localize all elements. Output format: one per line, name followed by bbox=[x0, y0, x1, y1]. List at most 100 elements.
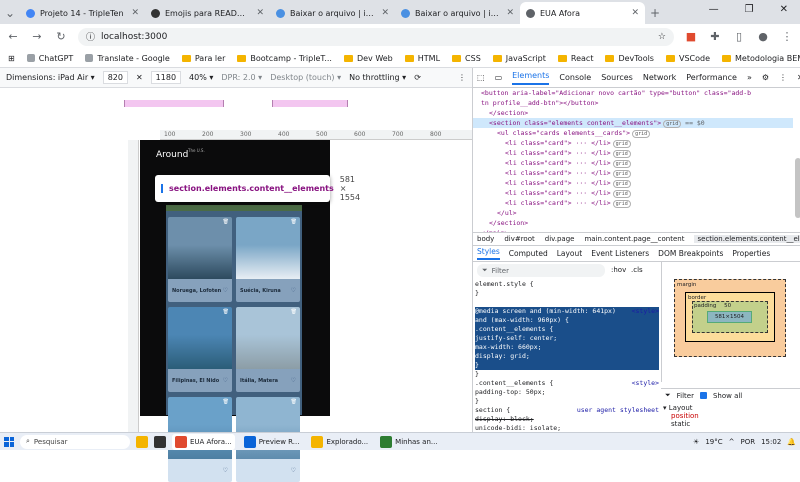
taskbar-app[interactable]: EUA Afora... bbox=[172, 433, 235, 450]
breadcrumb-item[interactable]: section.elements.content__elements bbox=[694, 235, 800, 243]
browser-tab[interactable]: Projeto 14 - TripleTen ✕ bbox=[20, 2, 145, 24]
style-rule-line[interactable]: } bbox=[475, 289, 659, 298]
start-icon[interactable] bbox=[4, 436, 14, 447]
inspect-element-icon[interactable]: ⬚ bbox=[477, 73, 485, 82]
zoom-select[interactable]: 40% ▾ bbox=[189, 73, 213, 82]
forward-icon[interactable]: → bbox=[30, 30, 44, 43]
browser-tab[interactable]: Baixar o arquivo | iLoveIMG ✕ bbox=[270, 2, 395, 24]
bookmark-item[interactable]: HTML bbox=[404, 54, 440, 63]
card-image[interactable]: 🗑 bbox=[168, 217, 232, 279]
breadcrumb-item[interactable]: div.page bbox=[545, 235, 575, 243]
reload-icon[interactable]: ↻ bbox=[54, 30, 68, 43]
close-window-icon[interactable]: ✕ bbox=[780, 4, 788, 15]
dom-node[interactable]: <li class="card"> ··· </li> grid bbox=[473, 148, 793, 158]
close-tab-icon[interactable]: ✕ bbox=[631, 8, 639, 18]
mode-select[interactable]: Desktop (touch) ▾ bbox=[270, 73, 341, 82]
throttle-select[interactable]: No throttling ▾ bbox=[349, 73, 406, 82]
bookmark-item[interactable]: React bbox=[557, 54, 593, 63]
style-rule-line[interactable]: } bbox=[475, 397, 659, 406]
grid-badge[interactable]: grid bbox=[612, 170, 631, 178]
profile-avatar[interactable]: ● bbox=[756, 30, 770, 43]
extension-icon[interactable]: ■ bbox=[684, 30, 698, 43]
more-options-icon[interactable]: ⋮ bbox=[779, 73, 787, 82]
site-info-icon[interactable]: ⓘ bbox=[86, 30, 95, 43]
bookmark-item[interactable]: VSCode bbox=[665, 54, 710, 63]
restore-icon[interactable]: ❐ bbox=[745, 4, 754, 15]
grid-badge[interactable]: grid bbox=[612, 160, 631, 168]
styles-subtab[interactable]: Styles bbox=[477, 247, 500, 260]
breadcrumb-item[interactable]: body bbox=[477, 235, 494, 243]
style-rule-line[interactable]: @media screen and (min-width: 641px) <sty… bbox=[475, 307, 659, 316]
grid-badge[interactable]: grid bbox=[663, 120, 682, 128]
grid-badge[interactable]: grid bbox=[612, 150, 631, 158]
device-dimensions-select[interactable]: Dimensions: iPad Air ▾ bbox=[6, 73, 95, 82]
card-image[interactable]: 🗑 bbox=[236, 307, 300, 369]
devtools-tab[interactable]: Sources bbox=[601, 73, 633, 82]
bookmark-item[interactable]: CSS bbox=[452, 54, 481, 63]
devtools-tab[interactable]: Console bbox=[559, 73, 591, 82]
style-rule-line[interactable]: section {user agent stylesheet bbox=[475, 406, 659, 415]
close-tab-icon[interactable]: ✕ bbox=[381, 8, 389, 18]
style-rule-line[interactable]: display: block; bbox=[475, 415, 659, 424]
bookmark-item[interactable]: Bootcamp - TripleT... bbox=[237, 54, 332, 63]
like-heart-icon[interactable]: ♡ bbox=[291, 467, 296, 474]
grid-badge[interactable]: grid bbox=[612, 140, 631, 148]
dom-node[interactable]: tn profile__add-btn"></button> bbox=[473, 98, 793, 108]
devtools-tab[interactable]: Network bbox=[643, 73, 676, 82]
bookmark-item[interactable]: ChatGPT bbox=[26, 54, 73, 63]
style-rule-line[interactable]: display: grid; bbox=[475, 352, 659, 361]
dom-node[interactable]: </ul> bbox=[473, 208, 793, 218]
browser-tab[interactable]: EUA Afora ✕ bbox=[520, 2, 645, 24]
layout-heading[interactable]: ▾ Layout bbox=[663, 404, 699, 412]
new-tab-button[interactable]: + bbox=[645, 2, 665, 24]
lang-indicator[interactable]: POR bbox=[740, 438, 755, 446]
dom-node[interactable]: <li class="card"> ··· </li> grid bbox=[473, 198, 793, 208]
bookmark-item[interactable]: Para ler bbox=[181, 54, 225, 63]
style-rule-line[interactable]: unicode-bidi: isolate; bbox=[475, 424, 659, 432]
dom-scrollbar[interactable] bbox=[795, 158, 800, 218]
taskbar-app[interactable]: Explorado... bbox=[308, 434, 371, 450]
box-model-margin[interactable]: margin border padding 50 581×1504 bbox=[674, 279, 786, 357]
dom-node[interactable]: <li class="card"> ··· </li> grid bbox=[473, 178, 793, 188]
grid-badge[interactable]: grid bbox=[632, 130, 651, 138]
devtools-tab[interactable]: Elements bbox=[512, 71, 550, 85]
taskbar-app[interactable]: Preview R... bbox=[241, 434, 303, 450]
styles-subtab[interactable]: Layout bbox=[557, 249, 583, 258]
system-tray[interactable]: ☀ 19°C ^ POR 15:02 🔔 bbox=[693, 438, 796, 446]
more-tabs-icon[interactable]: » bbox=[747, 73, 752, 82]
like-heart-icon[interactable]: ♡ bbox=[223, 377, 228, 384]
styles-subtab[interactable]: DOM Breakpoints bbox=[658, 249, 723, 258]
breadcrumb-item[interactable]: div#root bbox=[504, 235, 534, 243]
style-rule-line[interactable]: padding-top: 50px; bbox=[475, 388, 659, 397]
grid-badge[interactable]: grid bbox=[612, 190, 631, 198]
style-source-link[interactable]: <style> bbox=[632, 307, 659, 316]
dom-node[interactable]: <li class="card"> ··· </li> grid bbox=[473, 168, 793, 178]
dom-node[interactable]: <li class="card"> ··· </li> grid bbox=[473, 188, 793, 198]
style-rule-line[interactable]: .content__elements { bbox=[475, 325, 659, 334]
extensions-puzzle-icon[interactable]: ✚ bbox=[708, 30, 722, 43]
breadcrumb-item[interactable]: main.content.page__content bbox=[584, 235, 684, 243]
box-model-border[interactable]: border padding 50 581×1504 bbox=[685, 292, 775, 342]
styles-filter-input[interactable]: ⏷ Filter bbox=[477, 264, 605, 277]
like-heart-icon[interactable]: ♡ bbox=[291, 377, 296, 384]
tab-search-icon[interactable]: ⌄ bbox=[0, 2, 20, 24]
dom-node[interactable]: <ul class="cards elements__cards"> grid bbox=[473, 128, 793, 138]
dom-node[interactable]: </section> bbox=[473, 218, 793, 228]
chevron-up-icon[interactable]: ^ bbox=[729, 438, 735, 446]
minimize-icon[interactable]: — bbox=[709, 4, 719, 15]
style-rule-line[interactable]: max-width: 660px; bbox=[475, 343, 659, 352]
notifications-icon[interactable]: 🔔 bbox=[787, 438, 796, 446]
dom-node[interactable]: <li class="card"> ··· </li> grid bbox=[473, 158, 793, 168]
style-rule-line[interactable] bbox=[475, 298, 659, 307]
bookmark-item[interactable]: Dev Web bbox=[343, 54, 393, 63]
delete-icon[interactable]: 🗑 bbox=[291, 219, 297, 225]
like-heart-icon[interactable]: ♡ bbox=[223, 467, 228, 474]
style-rule-line[interactable]: and (max-width: 960px) { bbox=[475, 316, 659, 325]
style-rule-line[interactable]: .content__elements {<style> bbox=[475, 379, 659, 388]
delete-icon[interactable]: 🗑 bbox=[291, 309, 297, 315]
dpr-select[interactable]: DPR: 2.0 ▾ bbox=[221, 73, 262, 82]
close-tab-icon[interactable]: ✕ bbox=[256, 8, 264, 18]
bookmark-item[interactable]: Metodologia BEM bbox=[722, 54, 800, 63]
device-width-input[interactable]: 820 bbox=[102, 71, 128, 84]
delete-icon[interactable]: 🗑 bbox=[291, 399, 297, 405]
